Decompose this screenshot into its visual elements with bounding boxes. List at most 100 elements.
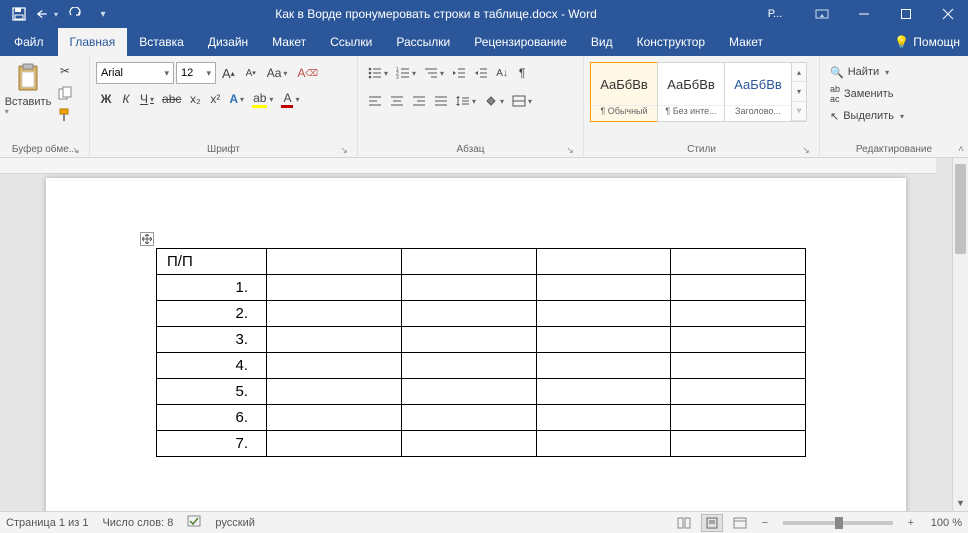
table-cell[interactable]	[536, 275, 671, 301]
tab-view[interactable]: Вид	[579, 28, 625, 56]
table-cell[interactable]: 3.	[157, 327, 267, 353]
numbering-button[interactable]: 123▾	[392, 62, 420, 84]
format-painter-button[interactable]	[56, 106, 74, 124]
undo-button[interactable]: ▾	[36, 3, 58, 25]
copy-button[interactable]	[56, 84, 74, 102]
tab-review[interactable]: Рецензирование	[462, 28, 579, 56]
collapse-ribbon-button[interactable]: ˄	[958, 144, 964, 155]
table-cell[interactable]	[401, 249, 536, 275]
sort-button[interactable]: A↓	[492, 62, 512, 84]
table-cell[interactable]: 1.	[157, 275, 267, 301]
vertical-scrollbar[interactable]: ▲ ▼	[952, 158, 968, 511]
styles-gallery-more[interactable]: ▴▾▿	[791, 62, 807, 122]
table-cell[interactable]	[401, 275, 536, 301]
word-count[interactable]: Число слов: 8	[102, 517, 173, 529]
tab-design[interactable]: Дизайн	[196, 28, 260, 56]
show-marks-button[interactable]: ¶	[512, 62, 532, 84]
align-left-button[interactable]	[364, 90, 386, 112]
highlight-button[interactable]: ab▾	[248, 88, 277, 110]
spellcheck-button[interactable]	[187, 514, 201, 531]
borders-button[interactable]: ▾	[508, 90, 536, 112]
redo-button[interactable]	[64, 3, 86, 25]
table-cell[interactable]	[536, 379, 671, 405]
strike-button[interactable]: abc	[158, 88, 185, 110]
tab-references[interactable]: Ссылки	[318, 28, 384, 56]
shading-button[interactable]: ▾	[480, 90, 508, 112]
table-cell[interactable]	[671, 405, 806, 431]
multilevel-button[interactable]: ▾	[420, 62, 448, 84]
tab-table-design[interactable]: Конструктор	[625, 28, 717, 56]
align-right-button[interactable]	[408, 90, 430, 112]
language-indicator[interactable]: русский	[215, 517, 254, 529]
table-cell[interactable]: 5.	[157, 379, 267, 405]
zoom-thumb[interactable]	[835, 517, 843, 529]
table-cell[interactable]: 2.	[157, 301, 267, 327]
table-cell[interactable]	[401, 301, 536, 327]
table-cell[interactable]	[536, 301, 671, 327]
maximize-button[interactable]	[886, 0, 926, 28]
find-button[interactable]: 🔍Найти▾	[828, 62, 906, 82]
font-color-button[interactable]: A▾	[277, 88, 303, 110]
account-button[interactable]: Р...	[750, 0, 800, 28]
table-cell[interactable]	[401, 327, 536, 353]
change-case-button[interactable]: Aa▾	[263, 62, 292, 84]
document-area[interactable]: П/П1.2.3.4.5.6.7.	[0, 158, 952, 511]
table-cell[interactable]	[671, 275, 806, 301]
table-cell[interactable]	[671, 301, 806, 327]
tab-mailings[interactable]: Рассылки	[384, 28, 462, 56]
replace-button[interactable]: abacЗаменить	[828, 84, 906, 104]
table-cell[interactable]: П/П	[157, 249, 267, 275]
shrink-font-button[interactable]: A▾	[241, 62, 261, 84]
table-cell[interactable]	[671, 249, 806, 275]
zoom-out-button[interactable]: −	[757, 515, 773, 531]
table-move-handle[interactable]	[140, 232, 154, 246]
zoom-in-button[interactable]: +	[903, 515, 919, 531]
tell-me-input[interactable]: Помощн	[913, 35, 960, 49]
indent-increase-button[interactable]	[470, 62, 492, 84]
table-cell[interactable]	[267, 405, 402, 431]
table-cell[interactable]	[267, 301, 402, 327]
style-no-spacing[interactable]: АаБбВв¶ Без инте...	[657, 62, 725, 122]
clear-format-button[interactable]: A⌫	[293, 62, 322, 84]
paragraph-launcher[interactable]: ↘	[563, 143, 577, 157]
table-cell[interactable]	[267, 249, 402, 275]
page[interactable]: П/П1.2.3.4.5.6.7.	[46, 178, 906, 511]
read-mode-button[interactable]	[673, 514, 695, 532]
select-button[interactable]: ↖Выделить▾	[828, 106, 906, 126]
table-cell[interactable]	[536, 249, 671, 275]
align-center-button[interactable]	[386, 90, 408, 112]
table-cell[interactable]	[671, 327, 806, 353]
paste-button[interactable]: Вставить▾	[4, 58, 52, 121]
table-cell[interactable]: 6.	[157, 405, 267, 431]
table-cell[interactable]: 4.	[157, 353, 267, 379]
table-cell[interactable]	[267, 379, 402, 405]
tab-home[interactable]: Главная	[58, 28, 128, 56]
table-cell[interactable]	[401, 405, 536, 431]
style-heading1[interactable]: АаБбВвЗаголово...	[724, 62, 792, 122]
cut-button[interactable]: ✂	[56, 62, 74, 80]
table-cell[interactable]	[267, 327, 402, 353]
superscript-button[interactable]: x²	[205, 88, 225, 110]
underline-button[interactable]: Ч▾	[136, 88, 158, 110]
tab-file[interactable]: Файл	[0, 28, 58, 56]
table-cell[interactable]	[671, 379, 806, 405]
tab-layout[interactable]: Макет	[260, 28, 318, 56]
style-normal[interactable]: АаБбВв¶ Обычный	[590, 62, 658, 122]
scroll-thumb[interactable]	[955, 164, 966, 254]
subscript-button[interactable]: x₂	[185, 88, 205, 110]
horizontal-ruler[interactable]	[0, 158, 936, 174]
text-effects-button[interactable]: A▾	[225, 88, 248, 110]
save-button[interactable]	[8, 3, 30, 25]
table-cell[interactable]	[401, 379, 536, 405]
indent-decrease-button[interactable]	[448, 62, 470, 84]
table-cell[interactable]	[536, 405, 671, 431]
grow-font-button[interactable]: A▴	[218, 62, 239, 84]
line-spacing-button[interactable]: ▾	[452, 90, 480, 112]
minimize-button[interactable]	[844, 0, 884, 28]
scroll-down-button[interactable]: ▼	[953, 495, 968, 511]
document-table[interactable]: П/П1.2.3.4.5.6.7.	[156, 248, 806, 457]
bold-button[interactable]: Ж	[96, 88, 116, 110]
close-button[interactable]	[928, 0, 968, 28]
table-cell[interactable]	[401, 353, 536, 379]
tab-insert[interactable]: Вставка	[127, 28, 196, 56]
